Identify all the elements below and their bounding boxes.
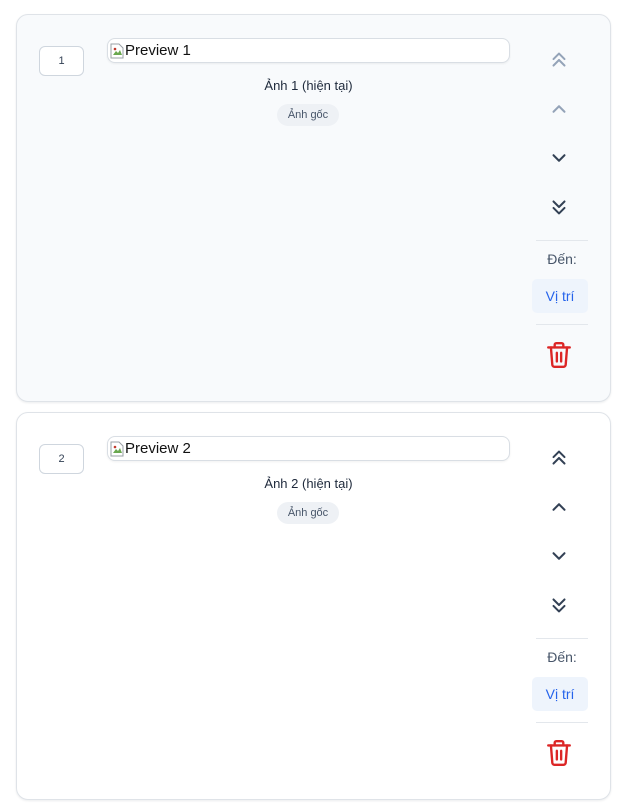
move-down-button[interactable]: [539, 536, 579, 576]
position-button[interactable]: Vị trí: [532, 279, 588, 313]
image-caption: Ảnh 2 (hiện tại): [264, 476, 353, 491]
divider: [536, 638, 588, 639]
move-down-button[interactable]: [539, 138, 579, 178]
chevrons-down-icon: [552, 598, 566, 613]
position-index-badge: 1: [39, 46, 84, 76]
move-to-bottom-button[interactable]: [539, 585, 579, 625]
chevrons-down-icon: [552, 200, 566, 215]
divider: [536, 722, 588, 723]
position-button[interactable]: Vị trí: [532, 677, 588, 711]
goto-label: Đến:: [547, 649, 577, 665]
preview-alt-text: Preview 1: [125, 42, 191, 59]
move-up-button[interactable]: [539, 487, 579, 527]
goto-label: Đến:: [547, 251, 577, 267]
image-preview: Preview 2: [107, 436, 510, 461]
chevron-up-icon: [552, 503, 566, 511]
chevron-down-icon: [552, 552, 566, 560]
original-image-tag: Ảnh gốc: [277, 104, 339, 126]
position-index-badge: 2: [39, 444, 84, 474]
image-card: 2 Preview 2 Ảnh 2 (hiện tại) Ảnh gốc Đến…: [16, 412, 611, 800]
broken-image-icon: [110, 441, 124, 457]
chevrons-up-icon: [552, 52, 566, 67]
chevron-down-icon: [552, 154, 566, 162]
trash-icon: [547, 739, 571, 767]
preview-alt-text: Preview 2: [125, 440, 191, 457]
divider: [536, 240, 588, 241]
move-up-button[interactable]: [539, 89, 579, 129]
trash-icon: [547, 341, 571, 369]
image-caption: Ảnh 1 (hiện tại): [264, 78, 353, 93]
original-image-tag: Ảnh gốc: [277, 502, 339, 524]
move-to-top-button[interactable]: [539, 438, 579, 478]
image-card: 1 Preview 1 Ảnh 1 (hiện tại) Ảnh gốc Đến…: [16, 14, 611, 402]
image-preview: Preview 1: [107, 38, 510, 63]
chevron-up-icon: [552, 105, 566, 113]
chevrons-up-icon: [552, 450, 566, 465]
delete-button[interactable]: [539, 733, 579, 773]
move-to-bottom-button[interactable]: [539, 187, 579, 227]
divider: [536, 324, 588, 325]
broken-image-icon: [110, 43, 124, 59]
delete-button[interactable]: [539, 335, 579, 375]
move-to-top-button[interactable]: [539, 40, 579, 80]
